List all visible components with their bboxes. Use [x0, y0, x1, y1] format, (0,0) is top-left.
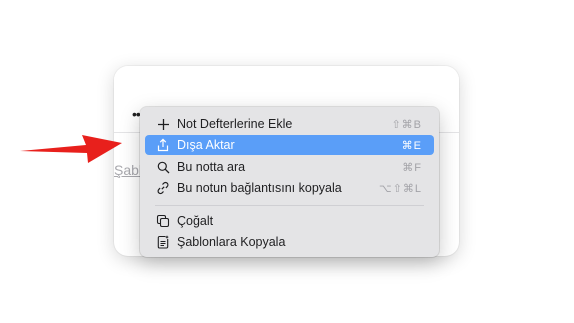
menu-item-label: Bu notun bağlantısını kopyala — [177, 181, 342, 195]
menu-item-shortcut: ⌘F — [402, 161, 422, 174]
menu-item-label: Çoğalt — [177, 214, 214, 228]
menu-item-add-to-notebooks[interactable]: Not Defterlerine Ekle ⇧⌘B — [145, 114, 434, 134]
menu-item-duplicate[interactable]: Çoğalt — [145, 211, 434, 231]
context-menu: Not Defterlerine Ekle ⇧⌘B Dışa Aktar ⌘E … — [140, 107, 439, 257]
menu-item-label: Not Defterlerine Ekle — [177, 117, 293, 131]
menu-item-shortcut: ⇧⌘B — [391, 118, 422, 131]
menu-item-shortcut: ⌥⇧⌘L — [378, 182, 422, 195]
menu-item-label: Şablonlara Kopyala — [177, 235, 286, 249]
menu-item-label: Bu notta ara — [177, 160, 246, 174]
menu-separator — [155, 205, 424, 206]
menu-item-shortcut: ⌘E — [401, 139, 422, 152]
magnifier-icon — [154, 161, 172, 174]
red-arrow-icon — [20, 135, 122, 163]
duplicate-icon — [154, 214, 172, 228]
template-doc-icon — [154, 235, 172, 249]
link-icon — [154, 181, 172, 195]
menu-item-search-note[interactable]: Bu notta ara ⌘F — [145, 157, 434, 177]
menu-item-export[interactable]: Dışa Aktar ⌘E — [145, 135, 434, 155]
share-upload-icon — [154, 138, 172, 152]
plus-icon — [154, 118, 172, 131]
menu-item-copy-link[interactable]: Bu notun bağlantısını kopyala ⌥⇧⌘L — [145, 178, 434, 198]
menu-item-label: Dışa Aktar — [177, 138, 235, 152]
menu-item-copy-to-templates[interactable]: Şablonlara Kopyala — [145, 232, 434, 252]
